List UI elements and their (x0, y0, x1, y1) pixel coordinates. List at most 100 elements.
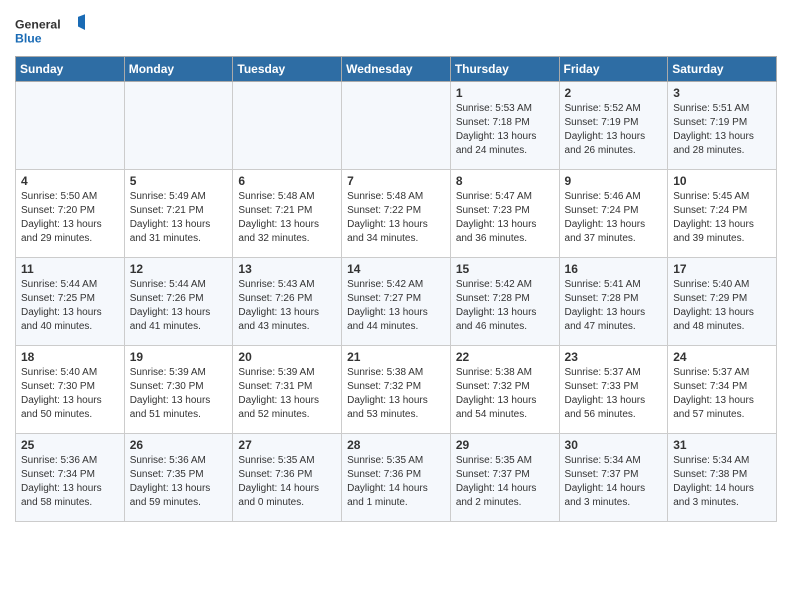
day-cell: 2Sunrise: 5:52 AM Sunset: 7:19 PM Daylig… (559, 82, 668, 170)
week-row-1: 1Sunrise: 5:53 AM Sunset: 7:18 PM Daylig… (16, 82, 777, 170)
day-cell (124, 82, 233, 170)
weekday-header-friday: Friday (559, 57, 668, 82)
day-number: 13 (238, 262, 336, 276)
day-cell: 14 Sunrise: 5:42 AM Sunset: 7:27 PM Dayli… (342, 258, 451, 346)
day-info: Sunrise: 5:37 AM Sunset: 7:33 PM Dayligh… (565, 366, 663, 422)
day-cell: 9 Sunrise: 5:46 AM Sunset: 7:24 PM Daylig… (559, 170, 668, 258)
calendar-table: SundayMondayTuesdayWednesdayThursdayFrid… (15, 56, 777, 522)
weekday-header-wednesday: Wednesday (342, 57, 451, 82)
day-info: Sunrise: 5:48 AM Sunset: 7:22 PM Dayligh… (347, 190, 445, 246)
day-info: Sunrise: 5:47 AM Sunset: 7:23 PM Dayligh… (456, 190, 554, 246)
day-info: Sunrise: 5:48 AM Sunset: 7:21 PM Dayligh… (238, 190, 336, 246)
day-info: Sunrise: 5:38 AM Sunset: 7:32 PM Dayligh… (347, 366, 445, 422)
day-number: 31 (673, 438, 771, 452)
weekday-header-row: SundayMondayTuesdayWednesdayThursdayFrid… (16, 57, 777, 82)
day-number: 8 (456, 174, 554, 188)
day-cell: 3 Sunrise: 5:51 AM Sunset: 7:19 PM Daylig… (668, 82, 777, 170)
day-cell: 4 Sunrise: 5:50 AM Sunset: 7:20 PM Daylig… (16, 170, 125, 258)
header: General Blue (15, 10, 777, 50)
day-number: 4 (21, 174, 119, 188)
day-number: 18 (21, 350, 119, 364)
day-cell: 31Sunrise: 5:34 AM Sunset: 7:38 PM Dayli… (668, 434, 777, 522)
weekday-header-saturday: Saturday (668, 57, 777, 82)
logo-svg: General Blue (15, 10, 85, 50)
day-info: Sunrise: 5:36 AM Sunset: 7:35 PM Dayligh… (130, 454, 228, 510)
weekday-header-thursday: Thursday (450, 57, 559, 82)
day-cell: 17Sunrise: 5:40 AM Sunset: 7:29 PM Dayli… (668, 258, 777, 346)
day-cell: 15Sunrise: 5:42 AM Sunset: 7:28 PM Dayli… (450, 258, 559, 346)
day-number: 3 (673, 86, 771, 100)
day-cell: 26 Sunrise: 5:36 AM Sunset: 7:35 PM Dayli… (124, 434, 233, 522)
day-info: Sunrise: 5:35 AM Sunset: 7:36 PM Dayligh… (238, 454, 336, 510)
svg-text:Blue: Blue (15, 31, 42, 45)
day-info: Sunrise: 5:43 AM Sunset: 7:26 PM Dayligh… (238, 278, 336, 334)
day-info: Sunrise: 5:50 AM Sunset: 7:20 PM Dayligh… (21, 190, 119, 246)
day-info: Sunrise: 5:36 AM Sunset: 7:34 PM Dayligh… (21, 454, 119, 510)
day-number: 25 (21, 438, 119, 452)
day-info: Sunrise: 5:39 AM Sunset: 7:31 PM Dayligh… (238, 366, 336, 422)
day-info: Sunrise: 5:37 AM Sunset: 7:34 PM Dayligh… (673, 366, 771, 422)
day-cell: 7 Sunrise: 5:48 AM Sunset: 7:22 PM Daylig… (342, 170, 451, 258)
day-number: 12 (130, 262, 228, 276)
day-cell: 22 Sunrise: 5:38 AM Sunset: 7:32 PM Dayli… (450, 346, 559, 434)
day-cell: 12 Sunrise: 5:44 AM Sunset: 7:26 PM Dayli… (124, 258, 233, 346)
day-cell: 30 Sunrise: 5:34 AM Sunset: 7:37 PM Dayli… (559, 434, 668, 522)
day-cell: 19 Sunrise: 5:39 AM Sunset: 7:30 PM Dayli… (124, 346, 233, 434)
day-number: 23 (565, 350, 663, 364)
day-cell: 8 Sunrise: 5:47 AM Sunset: 7:23 PM Daylig… (450, 170, 559, 258)
day-cell (16, 82, 125, 170)
week-row-5: 25 Sunrise: 5:36 AM Sunset: 7:34 PM Dayli… (16, 434, 777, 522)
week-row-4: 18Sunrise: 5:40 AM Sunset: 7:30 PM Dayli… (16, 346, 777, 434)
day-info: Sunrise: 5:46 AM Sunset: 7:24 PM Dayligh… (565, 190, 663, 246)
day-info: Sunrise: 5:44 AM Sunset: 7:26 PM Dayligh… (130, 278, 228, 334)
day-info: Sunrise: 5:35 AM Sunset: 7:36 PM Dayligh… (347, 454, 445, 510)
day-number: 9 (565, 174, 663, 188)
day-info: Sunrise: 5:42 AM Sunset: 7:28 PM Dayligh… (456, 278, 554, 334)
day-number: 26 (130, 438, 228, 452)
day-cell: 6Sunrise: 5:48 AM Sunset: 7:21 PM Daylig… (233, 170, 342, 258)
day-cell: 28 Sunrise: 5:35 AM Sunset: 7:36 PM Dayli… (342, 434, 451, 522)
day-cell: 11 Sunrise: 5:44 AM Sunset: 7:25 PM Dayli… (16, 258, 125, 346)
day-info: Sunrise: 5:51 AM Sunset: 7:19 PM Dayligh… (673, 102, 771, 158)
weekday-header-monday: Monday (124, 57, 233, 82)
day-number: 16 (565, 262, 663, 276)
day-number: 7 (347, 174, 445, 188)
day-number: 14 (347, 262, 445, 276)
day-cell: 1Sunrise: 5:53 AM Sunset: 7:18 PM Daylig… (450, 82, 559, 170)
day-cell: 5 Sunrise: 5:49 AM Sunset: 7:21 PM Daylig… (124, 170, 233, 258)
day-info: Sunrise: 5:34 AM Sunset: 7:37 PM Dayligh… (565, 454, 663, 510)
day-info: Sunrise: 5:44 AM Sunset: 7:25 PM Dayligh… (21, 278, 119, 334)
day-number: 19 (130, 350, 228, 364)
day-number: 22 (456, 350, 554, 364)
day-cell: 23 Sunrise: 5:37 AM Sunset: 7:33 PM Dayli… (559, 346, 668, 434)
day-info: Sunrise: 5:42 AM Sunset: 7:27 PM Dayligh… (347, 278, 445, 334)
day-number: 11 (21, 262, 119, 276)
day-cell: 25 Sunrise: 5:36 AM Sunset: 7:34 PM Dayli… (16, 434, 125, 522)
day-number: 17 (673, 262, 771, 276)
day-cell: 13 Sunrise: 5:43 AM Sunset: 7:26 PM Dayli… (233, 258, 342, 346)
day-cell: 20Sunrise: 5:39 AM Sunset: 7:31 PM Dayli… (233, 346, 342, 434)
day-cell: 10 Sunrise: 5:45 AM Sunset: 7:24 PM Dayli… (668, 170, 777, 258)
weekday-header-sunday: Sunday (16, 57, 125, 82)
day-info: Sunrise: 5:52 AM Sunset: 7:19 PM Dayligh… (565, 102, 663, 158)
day-cell (342, 82, 451, 170)
day-number: 21 (347, 350, 445, 364)
day-cell: 29 Sunrise: 5:35 AM Sunset: 7:37 PM Dayli… (450, 434, 559, 522)
day-number: 30 (565, 438, 663, 452)
day-number: 28 (347, 438, 445, 452)
day-info: Sunrise: 5:49 AM Sunset: 7:21 PM Dayligh… (130, 190, 228, 246)
svg-text:General: General (15, 17, 61, 31)
day-number: 10 (673, 174, 771, 188)
day-number: 1 (456, 86, 554, 100)
day-info: Sunrise: 5:45 AM Sunset: 7:24 PM Dayligh… (673, 190, 771, 246)
day-cell: 27Sunrise: 5:35 AM Sunset: 7:36 PM Dayli… (233, 434, 342, 522)
day-number: 5 (130, 174, 228, 188)
day-info: Sunrise: 5:35 AM Sunset: 7:37 PM Dayligh… (456, 454, 554, 510)
logo: General Blue (15, 10, 85, 50)
day-info: Sunrise: 5:39 AM Sunset: 7:30 PM Dayligh… (130, 366, 228, 422)
week-row-3: 11 Sunrise: 5:44 AM Sunset: 7:25 PM Dayli… (16, 258, 777, 346)
day-number: 29 (456, 438, 554, 452)
day-info: Sunrise: 5:38 AM Sunset: 7:32 PM Dayligh… (456, 366, 554, 422)
day-number: 24 (673, 350, 771, 364)
day-info: Sunrise: 5:41 AM Sunset: 7:28 PM Dayligh… (565, 278, 663, 334)
